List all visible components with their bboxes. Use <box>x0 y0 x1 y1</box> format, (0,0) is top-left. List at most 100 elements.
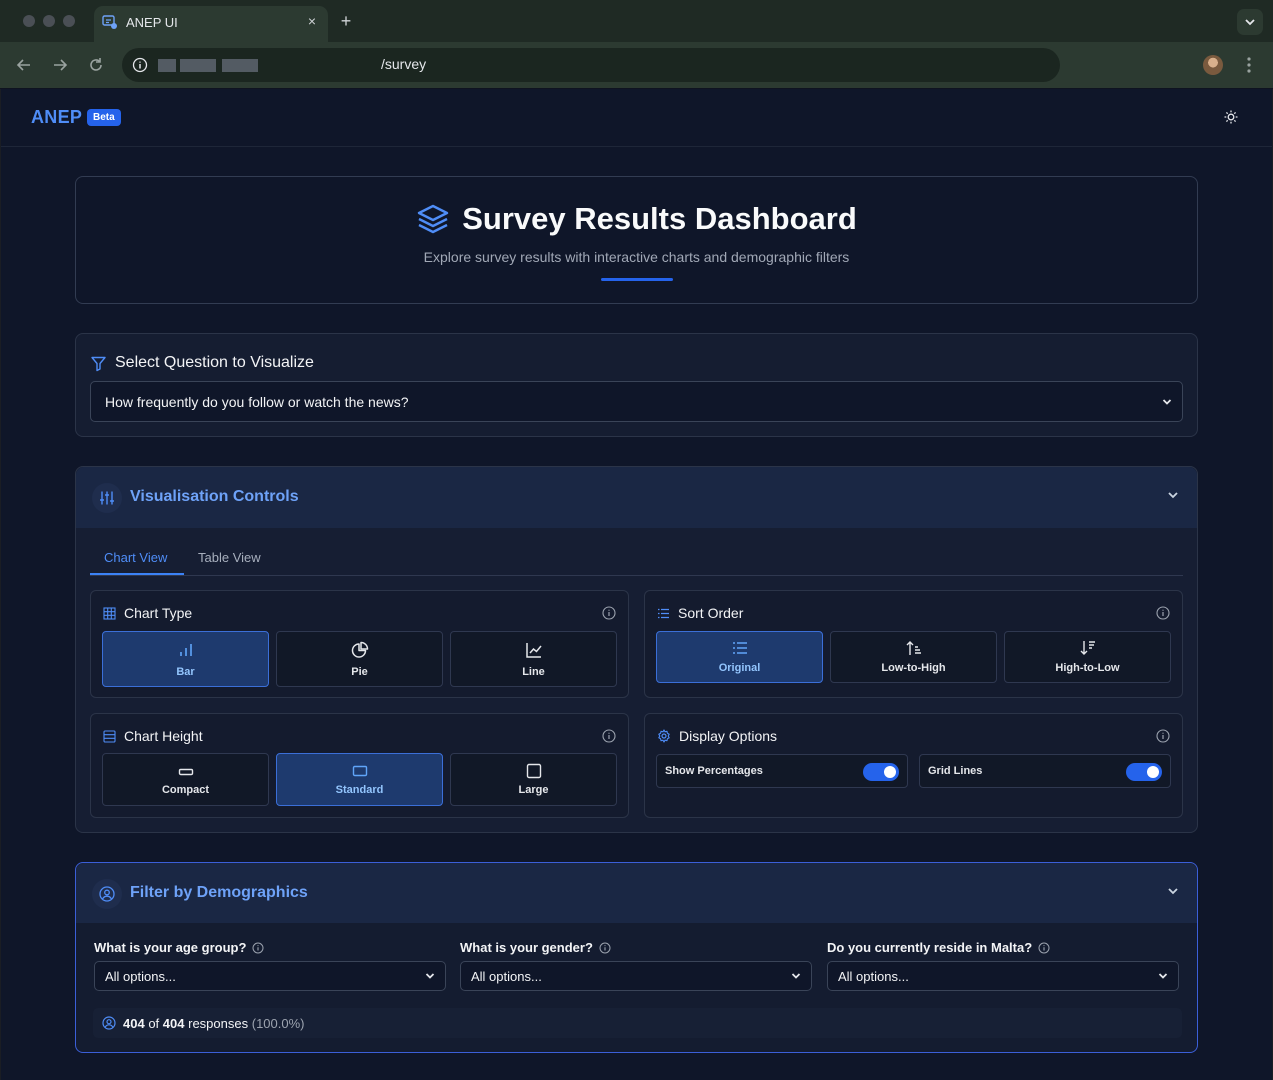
chevron-down-icon[interactable] <box>1167 491 1179 499</box>
rows-icon <box>103 729 116 743</box>
window-minimize-dot[interactable] <box>43 15 55 27</box>
chevron-down-icon <box>425 973 435 979</box>
show-percentages-option: Show Percentages <box>656 754 908 788</box>
chart-type-panel: Chart Type Bar Pie Line <box>90 590 629 698</box>
info-icon[interactable] <box>602 606 616 620</box>
demographic-filters-header[interactable]: Filter by Demographics <box>76 863 1197 923</box>
display-options-title: Display Options <box>679 728 778 744</box>
chart-type-pie-button[interactable]: Pie <box>276 631 443 687</box>
title-accent-line <box>601 278 673 281</box>
chevron-down-icon <box>1158 973 1168 979</box>
question-select[interactable]: How frequently do you follow or watch th… <box>90 381 1183 422</box>
visualisation-controls-card: Visualisation Controls Chart View Table … <box>75 466 1198 833</box>
chart-type-line-button[interactable]: Line <box>450 631 617 687</box>
residence-value: All options... <box>838 969 909 984</box>
chevron-down-icon <box>1162 398 1172 405</box>
chevron-down-icon[interactable] <box>1167 887 1179 895</box>
app-logo[interactable]: ANEP <box>31 107 82 128</box>
url-redacted-block <box>222 59 258 72</box>
chart-height-title: Chart Height <box>124 728 203 744</box>
address-bar[interactable]: /survey <box>122 48 1060 82</box>
visualisation-controls-header[interactable]: Visualisation Controls <box>76 467 1197 528</box>
browser-toolbar: /survey <box>0 42 1273 89</box>
chart-height-panel: Chart Height Compact Standard Large <box>90 713 629 818</box>
url-redacted-block <box>180 59 216 72</box>
sort-high-to-low-button[interactable]: High-to-Low <box>1004 631 1171 683</box>
height-standard-button[interactable]: Standard <box>276 753 443 806</box>
app-header: ANEP Beta <box>1 89 1272 147</box>
window-maximize-dot[interactable] <box>63 15 75 27</box>
site-favicon-icon <box>102 14 118 30</box>
gender-value: All options... <box>471 969 542 984</box>
residence-select[interactable]: All options... <box>827 961 1179 991</box>
chart-type-bar-button[interactable]: Bar <box>102 631 269 687</box>
theme-toggle-sun-icon[interactable] <box>1223 109 1239 125</box>
toggle-knob <box>884 766 896 778</box>
forward-arrow-icon[interactable] <box>50 55 70 75</box>
standard-rect-icon <box>352 765 367 777</box>
compact-rect-icon <box>178 768 193 776</box>
info-icon[interactable] <box>1156 729 1170 743</box>
reload-icon[interactable] <box>86 55 106 75</box>
site-info-icon[interactable] <box>132 57 148 73</box>
gender-select[interactable]: All options... <box>460 961 812 991</box>
grid-lines-option: Grid Lines <box>919 754 1171 788</box>
chart-type-line-label: Line <box>522 666 545 678</box>
show-percentages-toggle[interactable] <box>863 763 899 781</box>
sort-descending-icon <box>1080 641 1095 655</box>
browser-tab[interactable]: ANEP UI × <box>94 6 328 42</box>
info-icon[interactable] <box>602 729 616 743</box>
sort-original-label: Original <box>718 662 761 674</box>
chart-type-pie-label: Pie <box>351 666 368 678</box>
page-subtitle: Explore survey results with interactive … <box>423 249 850 265</box>
gender-label: What is your gender? <box>460 940 593 955</box>
display-options-panel: Display Options Show Percentages Grid Li… <box>644 713 1183 818</box>
info-icon[interactable] <box>599 942 611 954</box>
window-close-dot[interactable] <box>23 15 35 27</box>
responses-total: 404 <box>162 1016 185 1031</box>
tab-table-view[interactable]: Table View <box>198 550 261 565</box>
toggle-knob <box>1147 766 1159 778</box>
response-count-text: 404 of 404 responses (100.0%) <box>123 1016 304 1031</box>
line-chart-icon <box>525 643 542 658</box>
tab-search-button[interactable] <box>1237 9 1263 35</box>
visualisation-controls-title: Visualisation Controls <box>130 488 299 505</box>
height-large-button[interactable]: Large <box>450 753 617 806</box>
age-group-value: All options... <box>105 969 176 984</box>
profile-avatar[interactable] <box>1203 55 1223 75</box>
tab-chart-view[interactable]: Chart View <box>104 550 167 565</box>
grid-lines-toggle[interactable] <box>1126 763 1162 781</box>
filter-funnel-icon <box>91 356 106 371</box>
gear-icon <box>658 729 670 743</box>
browser-tab-title: ANEP UI <box>126 15 178 30</box>
height-standard-label: Standard <box>335 784 384 796</box>
responses-of: of <box>148 1016 160 1031</box>
age-group-select[interactable]: All options... <box>94 961 446 991</box>
response-count-bar: 404 of 404 responses (100.0%) <box>93 1008 1182 1038</box>
tab-close-icon[interactable]: × <box>304 13 320 29</box>
sort-low-to-high-label: Low-to-High <box>881 662 946 674</box>
age-group-label: What is your age group? <box>94 940 247 955</box>
info-icon[interactable] <box>1156 606 1170 620</box>
dashboard-hero: Survey Results Dashboard Explore survey … <box>75 176 1198 304</box>
more-menu-icon[interactable] <box>1242 55 1256 75</box>
back-arrow-icon[interactable] <box>14 55 34 75</box>
info-icon[interactable] <box>1038 942 1050 954</box>
height-compact-button[interactable]: Compact <box>102 753 269 806</box>
list-icon <box>732 642 747 654</box>
pie-chart-icon <box>351 641 368 658</box>
sort-low-to-high-button[interactable]: Low-to-High <box>830 631 997 683</box>
responses-suffix: responses <box>188 1016 249 1031</box>
question-label: Select Question to Visualize <box>115 354 314 371</box>
page-title: Survey Results Dashboard <box>462 201 857 236</box>
sort-original-button[interactable]: Original <box>656 631 823 683</box>
chart-type-bar-label: Bar <box>176 666 195 678</box>
large-square-icon <box>526 763 541 779</box>
height-large-label: Large <box>518 784 549 796</box>
beta-badge: Beta <box>87 109 121 126</box>
chevron-down-icon <box>1245 19 1255 26</box>
sort-order-panel: Sort Order Original Low-to-High High-to-… <box>644 590 1183 698</box>
new-tab-icon[interactable]: + <box>336 11 356 31</box>
sliders-icon <box>92 483 122 513</box>
info-icon[interactable] <box>252 942 264 954</box>
